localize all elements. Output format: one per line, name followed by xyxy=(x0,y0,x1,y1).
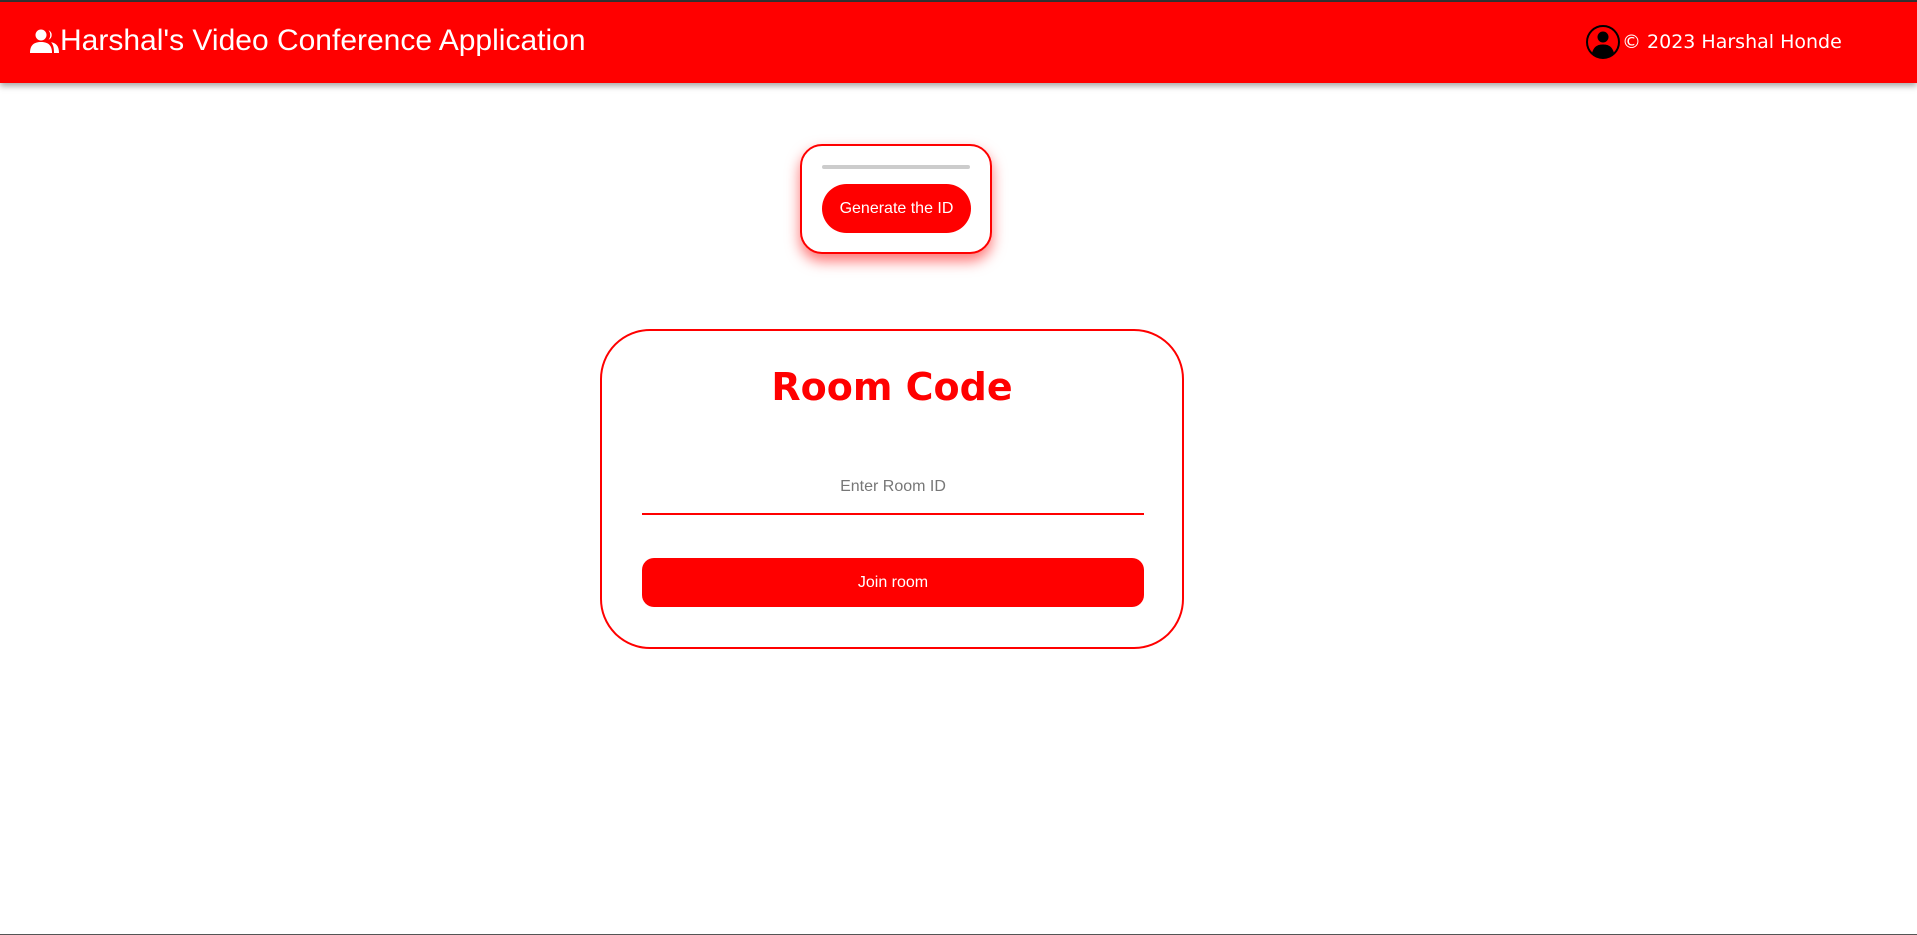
room-id-input[interactable] xyxy=(642,461,1144,515)
user-circle-icon xyxy=(1585,24,1621,60)
room-code-card: Room Code Join room xyxy=(600,329,1184,649)
generated-id-output xyxy=(822,165,970,169)
copyright-text: © 2023 Harshal Honde xyxy=(1622,31,1842,53)
top-navbar: Harshal's Video Conference Application ©… xyxy=(0,2,1917,83)
generate-id-card: Generate the ID xyxy=(800,144,992,254)
generate-id-button[interactable]: Generate the ID xyxy=(822,184,971,233)
app-title: Harshal's Video Conference Application xyxy=(60,24,586,57)
brand: Harshal's Video Conference Application xyxy=(30,24,586,58)
copyright: © 2023 Harshal Honde xyxy=(1585,24,1842,60)
join-room-button[interactable]: Join room xyxy=(642,558,1144,607)
users-icon xyxy=(30,28,60,54)
app-window: Harshal's Video Conference Application ©… xyxy=(0,0,1917,935)
room-code-title: Room Code xyxy=(771,365,1013,409)
